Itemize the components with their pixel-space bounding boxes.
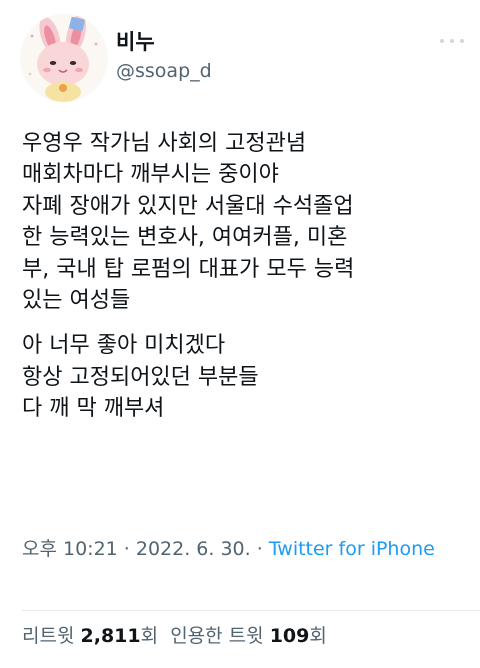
more-dots-icon[interactable] [438,36,466,46]
tweet-line: 매회차마다 깨부시는 중이야 [22,162,279,188]
tweet-paragraph: 아 너무 좋아 미치겠다 항상 고정되어있던 부분들 다 깨 막 깨부셔 [22,330,472,424]
tweet-line: 다 깨 막 깨부셔 [22,396,165,422]
tweet-line: 항상 고정되어있던 부분들 [22,364,259,390]
quotes-unit: 회 [309,625,327,647]
tweet-stats: 리트윗 2,811회 인용한 트윗 109회 [22,623,327,649]
tweet-meta: 오후 10:21 · 2022. 6. 30. · Twitter for iP… [22,534,452,564]
quotes-count: 109 [269,625,310,647]
quotes-stat[interactable]: 인용한 트윗 109회 [170,625,327,647]
retweets-count: 2,811 [80,625,141,647]
author-names: 비누 @ssoap_d [116,28,212,84]
tweet-line: 아 너무 좋아 미치겠다 [22,333,226,359]
tweet-header: 비누 @ssoap_d [0,0,480,110]
bunny-character-avatar [28,14,98,102]
tweet-text: 우영우 작가님 사회의 고정관념 매회차마다 깨부시는 중이야 자폐 장애가 있… [22,128,472,439]
tweet-line: 있는 여성들 [22,288,131,314]
tweet-line: 자폐 장애가 있지만 서울대 수석졸업 [22,193,354,219]
author-display-name[interactable]: 비누 [116,28,212,56]
tweet-line: 부, 국내 탑 로펌의 대표가 모두 능력 [22,256,355,282]
tweet-paragraph: 우영우 작가님 사회의 고정관념 매회차마다 깨부시는 중이야 자폐 장애가 있… [22,128,472,316]
retweets-label: 리트윗 [22,625,75,647]
retweets-stat[interactable]: 리트윗 2,811회 [22,625,158,647]
quotes-label: 인용한 트윗 [170,625,264,647]
tweet-line: 한 능력있는 변호사, 여여커플, 미혼 [22,225,348,251]
avatar[interactable] [20,14,108,102]
divider [22,610,480,611]
author-handle[interactable]: @ssoap_d [116,58,212,84]
tweet-source-link[interactable]: Twitter for iPhone [269,538,435,560]
tweet-line: 우영우 작가님 사회의 고정관념 [22,131,307,156]
tweet-timestamp[interactable]: 오후 10:21 · 2022. 6. 30. · [22,538,269,560]
retweets-unit: 회 [140,625,159,647]
